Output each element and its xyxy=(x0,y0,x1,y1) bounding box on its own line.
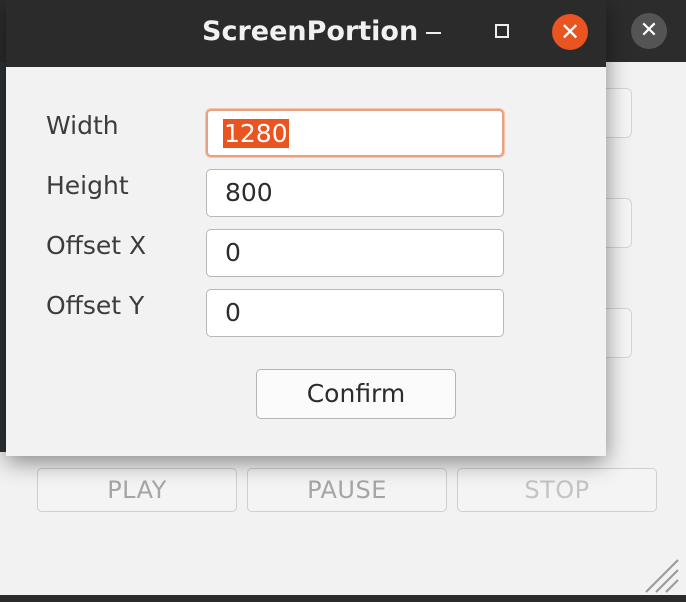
height-field[interactable]: 800 xyxy=(206,169,504,217)
pause-button[interactable]: PAUSE xyxy=(247,468,447,512)
offset-x-field[interactable]: 0 xyxy=(206,229,504,277)
maximize-icon[interactable] xyxy=(484,14,520,50)
dialog-title: ScreenPortion xyxy=(202,16,419,47)
dialog-body: Width 1280 Height 800 Offset X 0 Offset … xyxy=(6,67,606,456)
width-field[interactable]: 1280 xyxy=(206,109,504,157)
height-label: Height xyxy=(46,171,129,200)
width-label: Width xyxy=(46,111,119,140)
play-button[interactable]: PLAY xyxy=(37,468,237,512)
dialog-titlebar[interactable]: ScreenPortion ✕ xyxy=(6,0,606,68)
screen-portion-dialog: ScreenPortion ✕ Width 1280 Height 800 Of… xyxy=(6,0,606,456)
resize-grip-icon[interactable] xyxy=(642,556,680,594)
close-icon[interactable]: ✕ xyxy=(552,14,588,50)
offset-y-label: Offset Y xyxy=(46,291,145,320)
stop-button[interactable]: STOP xyxy=(457,468,657,512)
width-value: 1280 xyxy=(223,119,289,148)
offset-x-label: Offset X xyxy=(46,231,147,260)
offset-y-field[interactable]: 0 xyxy=(206,289,504,337)
confirm-button[interactable]: Confirm xyxy=(256,369,456,419)
minimize-icon[interactable] xyxy=(416,14,452,50)
parent-close-icon[interactable]: ✕ xyxy=(631,13,667,49)
